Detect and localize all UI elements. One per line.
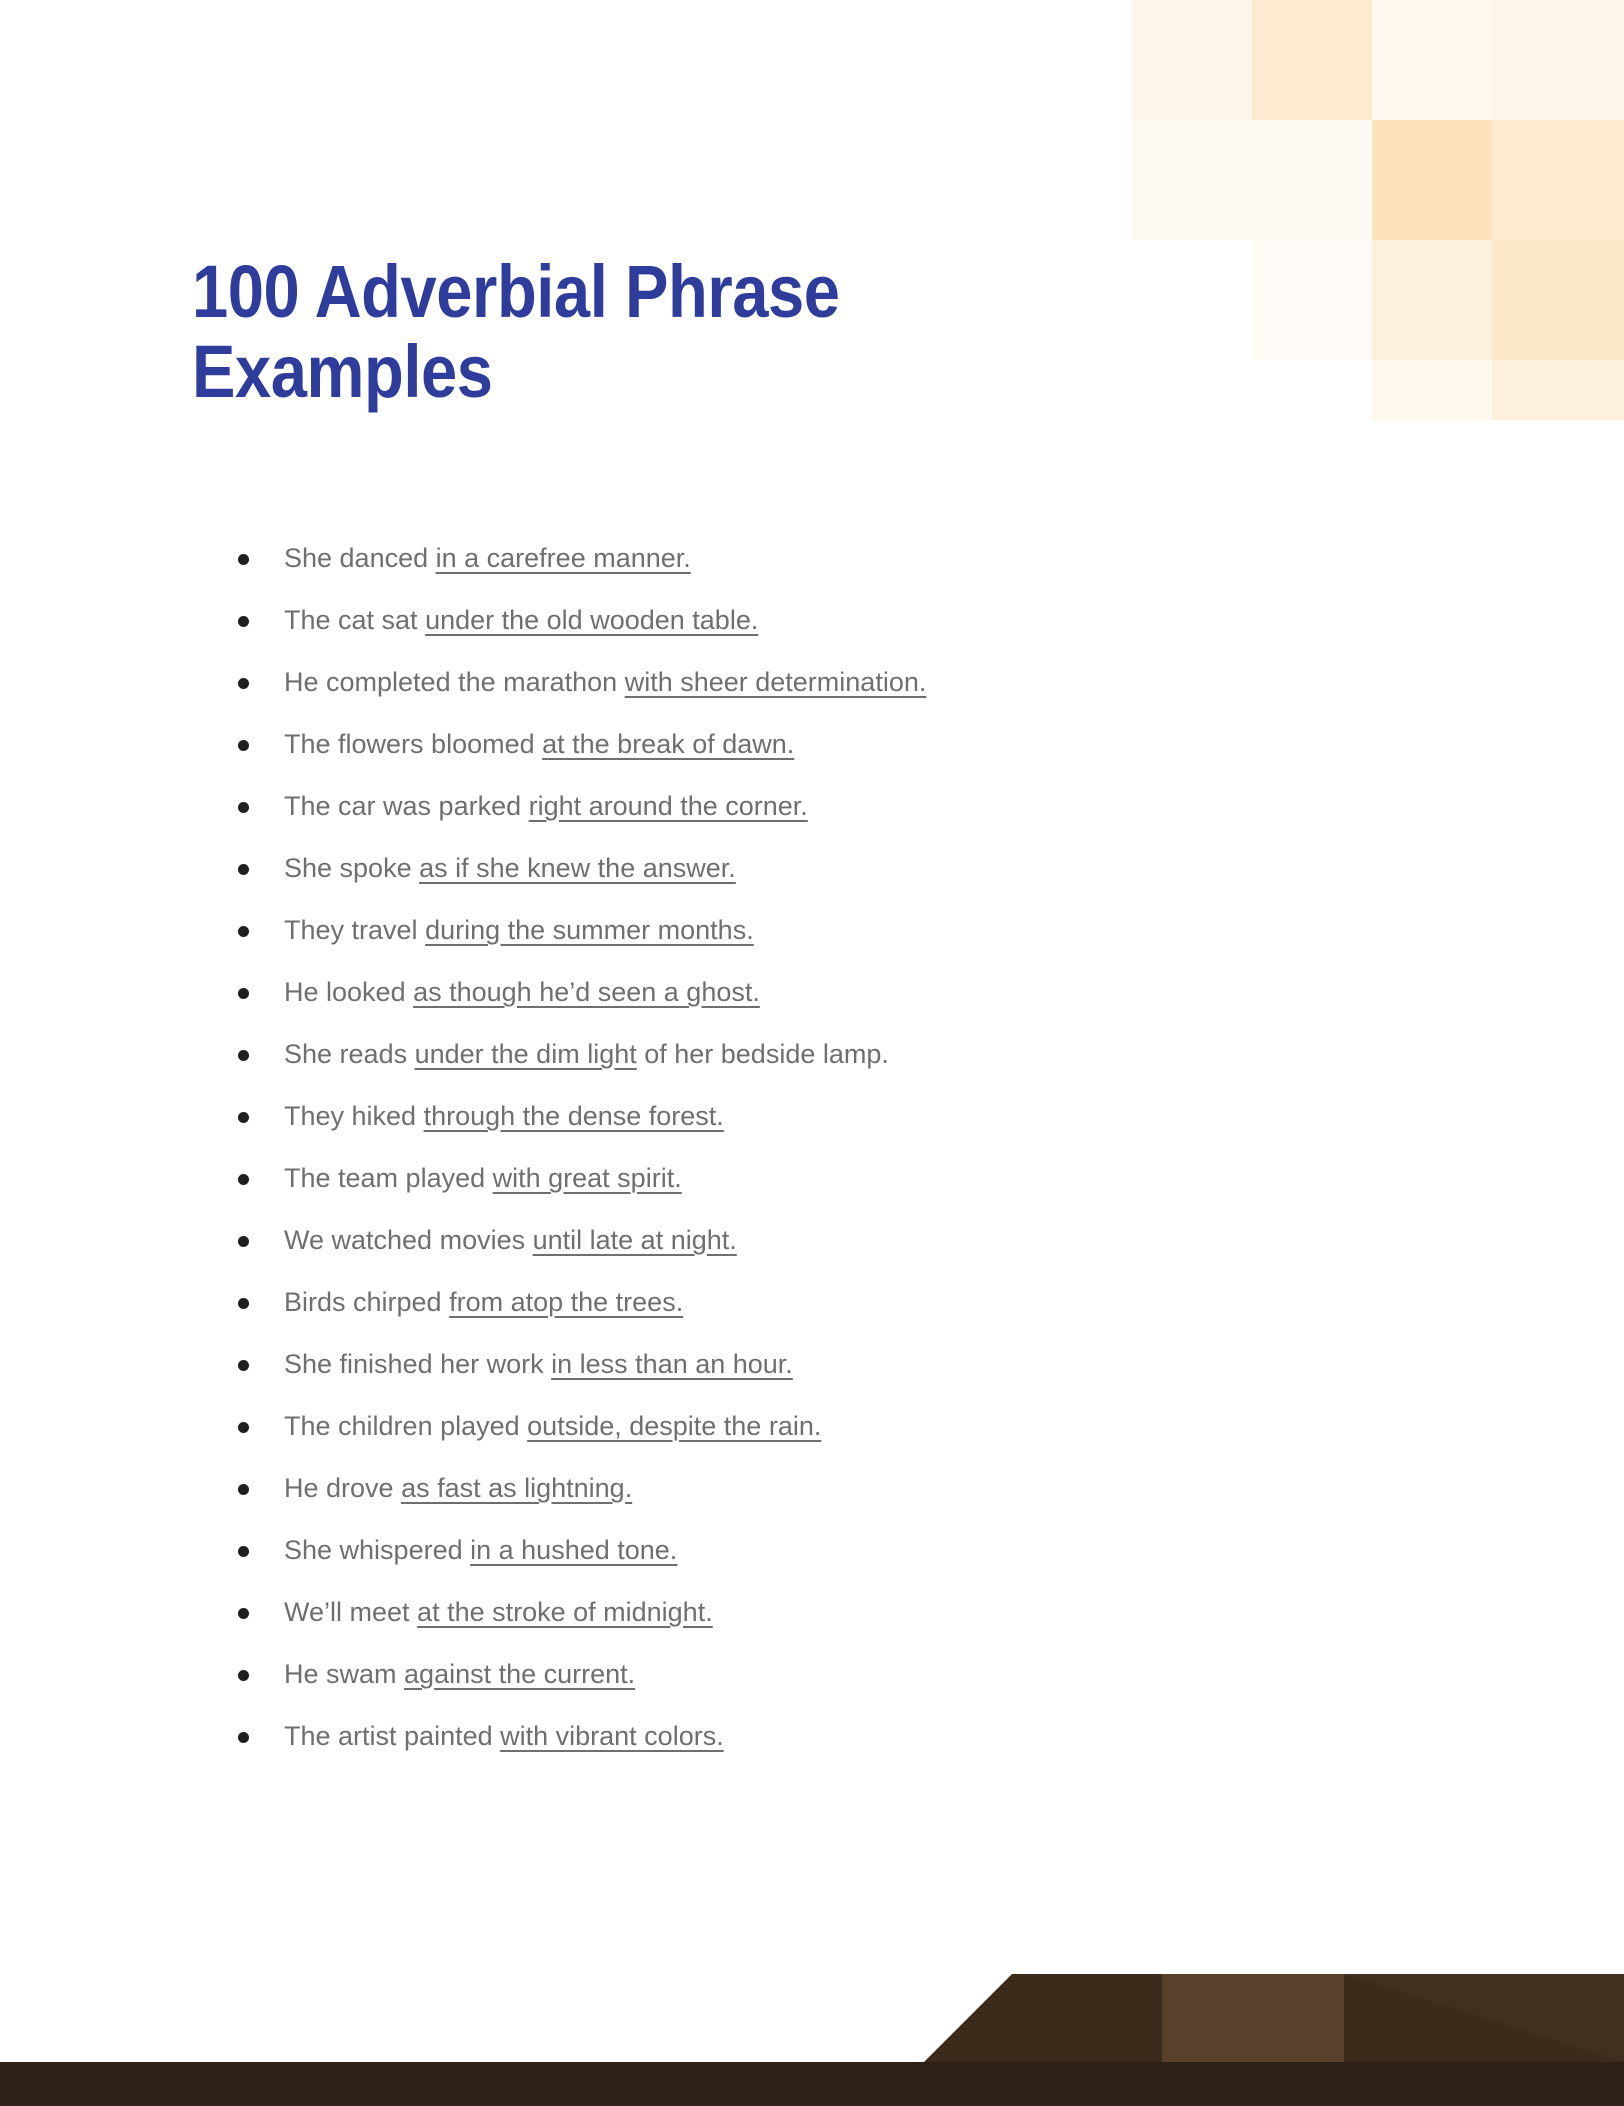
adverbial-phrase: under the dim light xyxy=(414,1039,637,1069)
bullet-icon xyxy=(238,864,249,875)
list-item: We watched movies until late at night. xyxy=(232,1227,1412,1289)
sentence-prefix: He drove xyxy=(284,1473,402,1503)
decoration-cell xyxy=(1372,360,1492,420)
decoration-cell xyxy=(1372,120,1492,240)
sentence-prefix: He completed the marathon xyxy=(284,667,625,697)
adverbial-phrase: against the current. xyxy=(404,1659,636,1689)
adverbial-phrase: as if she knew the answer. xyxy=(419,853,736,883)
sentence-prefix: The children played xyxy=(284,1411,528,1441)
list-item: She spoke as if she knew the answer. xyxy=(232,855,1412,917)
bullet-icon xyxy=(238,1112,249,1123)
decoration-cell xyxy=(1372,240,1492,360)
adverbial-phrase: from atop the trees. xyxy=(449,1287,684,1317)
list-item: She danced in a carefree manner. xyxy=(232,545,1412,607)
adverbial-phrase: in less than an hour. xyxy=(551,1349,793,1379)
adverbial-phrase: through the dense forest. xyxy=(423,1101,724,1131)
decoration-cell xyxy=(1252,0,1372,120)
bullet-icon xyxy=(238,1360,249,1371)
sentence-prefix: She whispered xyxy=(284,1535,471,1565)
adverbial-phrase: with vibrant colors. xyxy=(500,1721,724,1751)
adverbial-phrase: outside, despite the rain. xyxy=(527,1411,822,1441)
sentence-prefix: She danced xyxy=(284,543,436,573)
adverbial-phrase: at the stroke of midnight. xyxy=(417,1597,713,1627)
bullet-icon xyxy=(238,1174,249,1185)
bullet-icon xyxy=(238,1732,249,1743)
bullet-icon xyxy=(238,802,249,813)
top-right-decoration xyxy=(964,0,1624,420)
document-page: 100 Adverbial Phrase Examples She danced… xyxy=(0,0,1624,2106)
list-item: The cat sat under the old wooden table. xyxy=(232,607,1412,669)
adverbial-phrase: right around the corner. xyxy=(528,791,808,821)
list-item: They travel during the summer months. xyxy=(232,917,1412,979)
adverbial-phrase: during the summer months. xyxy=(425,915,754,945)
bullet-icon xyxy=(238,1298,249,1309)
list-item: They hiked through the dense forest. xyxy=(232,1103,1412,1165)
sentence-prefix: The flowers bloomed xyxy=(284,729,543,759)
sentence-prefix: We’ll meet xyxy=(284,1597,418,1627)
adverbial-phrase: in a carefree manner. xyxy=(435,543,691,573)
list-item: She whispered in a hushed tone. xyxy=(232,1537,1412,1599)
bullet-icon xyxy=(238,554,249,565)
adverbial-phrase: with great spirit. xyxy=(492,1163,682,1193)
sentence-prefix: She reads xyxy=(284,1039,415,1069)
list-item: She finished her work in less than an ho… xyxy=(232,1351,1412,1413)
list-item: He drove as fast as lightning. xyxy=(232,1475,1412,1537)
adverbial-phrase: in a hushed tone. xyxy=(470,1535,678,1565)
page-title: 100 Adverbial Phrase Examples xyxy=(192,250,840,413)
decoration-cell xyxy=(1252,240,1372,360)
bullet-icon xyxy=(238,1546,249,1557)
list-item: Birds chirped from atop the trees. xyxy=(232,1289,1412,1351)
bullet-icon xyxy=(238,988,249,999)
adverbial-phrase: with sheer determination. xyxy=(624,667,927,697)
list-item: She reads under the dim light of her bed… xyxy=(232,1041,1412,1103)
list-item: The team played with great spirit. xyxy=(232,1165,1412,1227)
list-item: He looked as though he’d seen a ghost. xyxy=(232,979,1412,1041)
sentence-prefix: The car was parked xyxy=(284,791,529,821)
list-item: The flowers bloomed at the break of dawn… xyxy=(232,731,1412,793)
adverbial-phrase: as fast as lightning. xyxy=(401,1473,633,1503)
decoration-cell xyxy=(1492,240,1624,360)
adverbial-phrase: until late at night. xyxy=(532,1225,737,1255)
examples-list: She danced in a carefree manner. The cat … xyxy=(232,545,1412,1785)
decoration-cell xyxy=(1492,360,1624,420)
sentence-prefix: They hiked xyxy=(284,1101,424,1131)
list-item: He swam against the current. xyxy=(232,1661,1412,1723)
decoration-cell xyxy=(1492,0,1624,120)
list-item: The artist painted with vibrant colors. xyxy=(232,1723,1412,1785)
bullet-icon xyxy=(238,1608,249,1619)
list-item: The car was parked right around the corn… xyxy=(232,793,1412,855)
adverbial-phrase: as though he’d seen a ghost. xyxy=(413,977,760,1007)
decoration-cell xyxy=(1132,0,1252,120)
bullet-icon xyxy=(238,1050,249,1061)
decoration-cell xyxy=(1372,0,1492,120)
sentence-prefix: She finished her work xyxy=(284,1349,552,1379)
sentence-prefix: The artist painted xyxy=(284,1721,501,1751)
adverbial-phrase: at the break of dawn. xyxy=(542,729,795,759)
sentence-prefix: We watched movies xyxy=(284,1225,533,1255)
list-item: He completed the marathon with sheer det… xyxy=(232,669,1412,731)
bullet-icon xyxy=(238,1422,249,1433)
bullet-icon xyxy=(238,926,249,937)
sentence-prefix: He swam xyxy=(284,1659,405,1689)
sentence-prefix: They travel xyxy=(284,915,426,945)
decoration-cell xyxy=(1252,120,1372,240)
sentence-prefix: She spoke xyxy=(284,853,420,883)
bullet-icon xyxy=(238,1484,249,1495)
bottom-bar xyxy=(0,2062,1624,2106)
sentence-prefix: The cat sat xyxy=(284,605,426,635)
adverbial-phrase: under the old wooden table. xyxy=(425,605,759,635)
decoration-cell xyxy=(1132,120,1252,240)
sentence-prefix: Birds chirped xyxy=(284,1287,450,1317)
sentence-prefix: He looked xyxy=(284,977,414,1007)
list-item: We’ll meet at the stroke of midnight. xyxy=(232,1599,1412,1661)
sentence-suffix: of her bedside lamp. xyxy=(636,1039,889,1069)
decoration-cell xyxy=(1492,120,1624,240)
bullet-icon xyxy=(238,1236,249,1247)
list-item: The children played outside, despite the… xyxy=(232,1413,1412,1475)
bullet-icon xyxy=(238,1670,249,1681)
bullet-icon xyxy=(238,740,249,751)
bullet-icon xyxy=(238,678,249,689)
bullet-icon xyxy=(238,616,249,627)
sentence-prefix: The team played xyxy=(284,1163,493,1193)
